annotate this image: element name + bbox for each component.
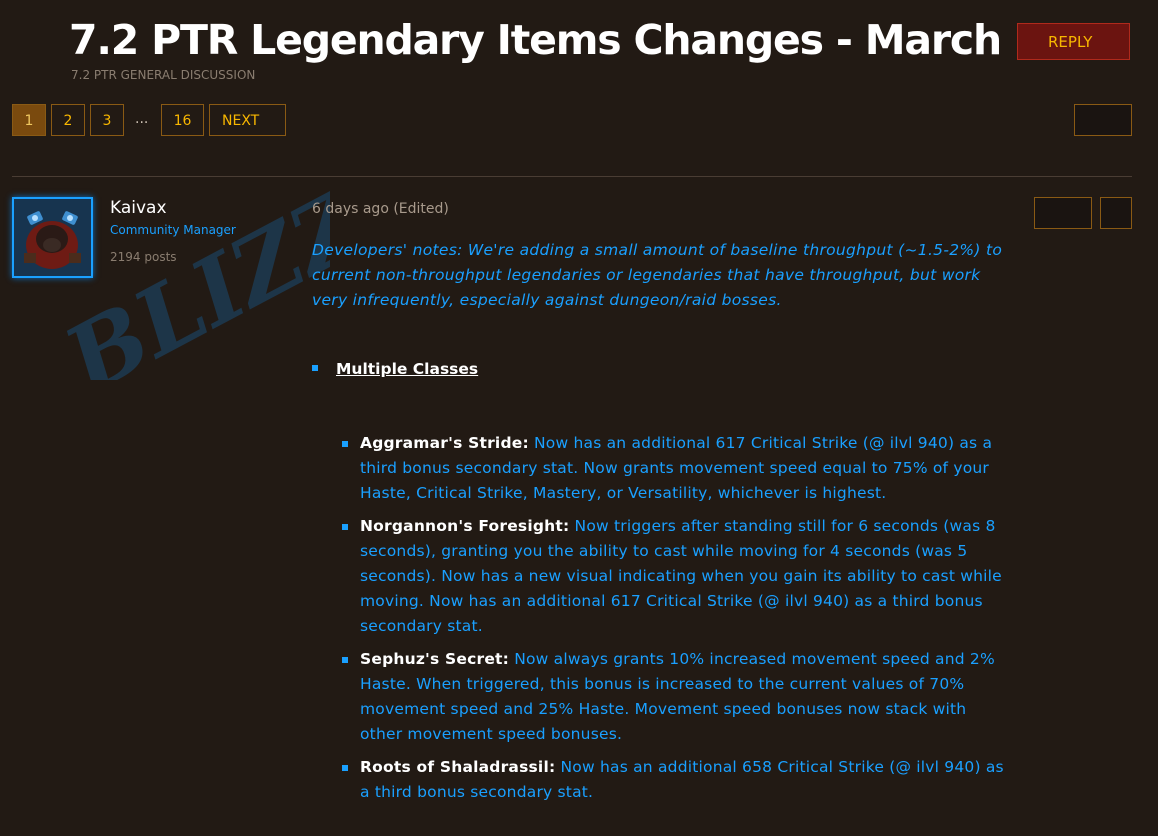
square-bullet-icon bbox=[342, 657, 348, 663]
topic-tools-button[interactable] bbox=[1074, 104, 1132, 136]
item-name: Aggramar's Stride: bbox=[360, 434, 529, 452]
post-menu-button[interactable] bbox=[1100, 197, 1132, 229]
item-name: Sephuz's Secret: bbox=[360, 650, 510, 668]
page-ellipsis: ... bbox=[135, 111, 149, 127]
section-item: Multiple Classes Aggramar's Stride: Now … bbox=[312, 357, 1012, 805]
list-item: Sephuz's Secret: Now always grants 10% i… bbox=[342, 647, 1012, 747]
breadcrumb-category[interactable]: 7.2 PTR GENERAL DISCUSSION bbox=[71, 68, 255, 82]
list-item: Norgannon's Foresight: Now triggers afte… bbox=[342, 514, 1012, 639]
author-name[interactable]: Kaivax bbox=[110, 198, 167, 218]
list-item: Roots of Shaladrassil: Now has an additi… bbox=[342, 755, 1012, 805]
page-button-last[interactable]: 16 bbox=[161, 104, 204, 136]
page-button-1[interactable]: 1 bbox=[12, 104, 46, 136]
divider bbox=[12, 176, 1132, 177]
item-list: Aggramar's Stride: Now has an additional… bbox=[312, 431, 1012, 805]
topic-title: 7.2 PTR Legendary Items Changes - March … bbox=[69, 16, 1070, 64]
reply-button[interactable]: REPLY bbox=[1017, 23, 1130, 60]
section-heading: Multiple Classes bbox=[336, 360, 479, 378]
page-button-2[interactable]: 2 bbox=[51, 104, 85, 136]
square-bullet-icon bbox=[342, 524, 348, 530]
author-role: Community Manager bbox=[110, 223, 236, 237]
pandaren-portrait-icon bbox=[14, 199, 91, 276]
item-name: Roots of Shaladrassil: bbox=[360, 758, 556, 776]
page-button-3[interactable]: 3 bbox=[90, 104, 124, 136]
item-name: Norgannon's Foresight: bbox=[360, 517, 570, 535]
square-bullet-icon bbox=[312, 364, 318, 371]
developer-notes: Developers' notes: We're adding a small … bbox=[312, 241, 1003, 309]
section-list: Multiple Classes Aggramar's Stride: Now … bbox=[312, 357, 1012, 805]
post-date[interactable]: 6 days ago (Edited) bbox=[312, 201, 449, 217]
square-bullet-icon bbox=[342, 765, 348, 771]
avatar[interactable] bbox=[12, 197, 93, 278]
quote-button[interactable] bbox=[1034, 197, 1092, 229]
post-body: Developers' notes: We're adding a small … bbox=[312, 238, 1012, 813]
next-page-button[interactable]: NEXT bbox=[209, 104, 286, 136]
author-post-count: 2194 posts bbox=[110, 250, 177, 264]
square-bullet-icon bbox=[342, 441, 348, 447]
list-item: Aggramar's Stride: Now has an additional… bbox=[342, 431, 1012, 506]
